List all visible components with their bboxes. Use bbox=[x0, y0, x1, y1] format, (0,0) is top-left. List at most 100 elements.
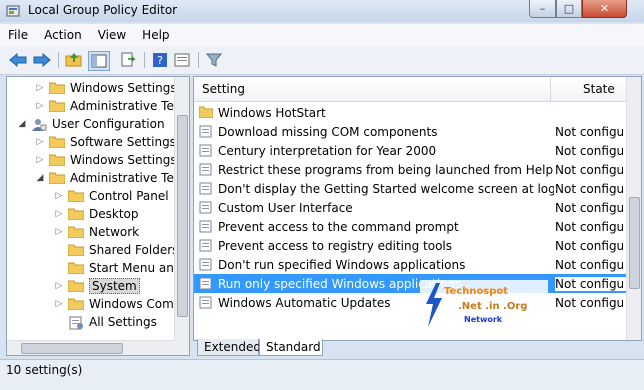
folder-icon bbox=[48, 136, 66, 149]
policy-setting-icon bbox=[199, 201, 213, 214]
toolbar-separator bbox=[58, 52, 59, 68]
up-folder-icon[interactable] bbox=[64, 51, 84, 69]
policy-name: Don't display the Getting Started welcom… bbox=[218, 181, 554, 196]
console-tree[interactable]: ▷ Windows Settings ▷ Administrative Tem … bbox=[6, 76, 190, 356]
expand-arrow-icon[interactable]: ▷ bbox=[54, 209, 64, 219]
tree-item-windows-settings[interactable]: ▷ Windows Settings bbox=[35, 151, 177, 169]
policy-state: Not configu bbox=[555, 162, 625, 177]
tree-item-administrative-templates[interactable]: ◢ Administrative Tem bbox=[35, 169, 186, 187]
menu-help[interactable]: Help bbox=[134, 25, 177, 45]
tree-item-control-panel[interactable]: ▷ Control Panel bbox=[54, 187, 169, 205]
close-button[interactable]: ✕ bbox=[582, 0, 627, 18]
minimize-button[interactable]: – bbox=[529, 0, 556, 18]
policy-name: Don't run specified Windows applications bbox=[218, 257, 466, 272]
tree-item-software-settings[interactable]: ▷ Software Settings bbox=[35, 133, 176, 151]
help-icon[interactable]: ? bbox=[150, 51, 170, 69]
tree-item-user-configuration[interactable]: ◢ User Configuration bbox=[17, 115, 165, 133]
menu-file[interactable]: File bbox=[0, 25, 36, 45]
tree-item-windows-settings[interactable]: ▷ Windows Settings bbox=[35, 79, 177, 97]
policy-name: Century interpretation for Year 2000 bbox=[218, 143, 437, 158]
tab-extended[interactable]: Extended bbox=[197, 339, 261, 356]
tree-item-network[interactable]: ▷ Network bbox=[54, 223, 140, 241]
tree-item-label: Desktop bbox=[89, 207, 139, 221]
policy-setting-icon bbox=[199, 258, 213, 271]
folder-icon bbox=[67, 190, 85, 203]
policy-state: Not configu bbox=[555, 143, 625, 158]
folder-icon bbox=[198, 106, 214, 119]
tree-item-desktop[interactable]: ▷ Desktop bbox=[54, 205, 139, 223]
expand-arrow-icon[interactable]: ▷ bbox=[35, 83, 45, 93]
list-row-policy[interactable]: Prevent access to registry editing tools… bbox=[194, 236, 627, 255]
filter-icon[interactable] bbox=[204, 51, 224, 69]
tree-item-label: Administrative Tem bbox=[70, 99, 186, 113]
list-row-policy[interactable]: Century interpretation for Year 2000 Not… bbox=[194, 141, 627, 160]
tree-item-start-menu[interactable]: Start Menu and bbox=[54, 259, 181, 277]
tree-item-label: User Configuration bbox=[52, 117, 165, 131]
column-header-state[interactable]: State bbox=[583, 82, 615, 96]
column-divider[interactable] bbox=[550, 77, 551, 101]
show-hide-tree-icon[interactable] bbox=[88, 51, 110, 71]
policy-name: Custom User Interface bbox=[218, 200, 353, 215]
policy-state: Not configu bbox=[555, 238, 625, 253]
list-row-policy[interactable]: Don't run specified Windows applications… bbox=[194, 255, 627, 274]
settings-list[interactable]: Setting State Windows HotStart Download … bbox=[193, 76, 642, 341]
properties-icon[interactable] bbox=[172, 51, 192, 69]
tree-item-administrative-templates[interactable]: ▷ Administrative Tem bbox=[35, 97, 186, 115]
expand-arrow-icon[interactable]: ▷ bbox=[54, 227, 64, 237]
expand-arrow-icon[interactable]: ▷ bbox=[54, 299, 64, 309]
user-icon bbox=[31, 118, 47, 131]
tab-standard[interactable]: Standard bbox=[259, 339, 323, 356]
expand-arrow-icon[interactable]: ▷ bbox=[35, 101, 45, 111]
policy-state: Not configu bbox=[555, 295, 625, 310]
view-tabs: Extended Standard bbox=[193, 339, 640, 357]
tree-scroll-thumb[interactable] bbox=[177, 115, 188, 317]
toolbar-separator bbox=[144, 52, 145, 68]
tree-item-all-settings[interactable]: All Settings bbox=[54, 313, 157, 331]
folder-icon bbox=[48, 100, 66, 113]
collapse-arrow-icon[interactable]: ◢ bbox=[17, 119, 27, 129]
list-vertical-scrollbar[interactable] bbox=[626, 77, 641, 340]
title-bar[interactable]: Local Group Policy Editor – □ ✕ bbox=[0, 0, 644, 22]
tree-item-label: Shared Folders bbox=[89, 243, 179, 257]
list-row-policy[interactable]: Download missing COM components Not conf… bbox=[194, 122, 627, 141]
menu-view[interactable]: View bbox=[90, 25, 134, 45]
list-row-selected[interactable]: Run only specified Windows applications … bbox=[194, 274, 627, 293]
collapse-arrow-icon[interactable]: ◢ bbox=[35, 173, 45, 183]
tree-horizontal-scrollbar[interactable] bbox=[7, 340, 175, 355]
maximize-button[interactable]: □ bbox=[556, 0, 582, 18]
no-arrow bbox=[54, 263, 64, 273]
watermark-line2: .Net .in .Org bbox=[458, 301, 528, 312]
list-row-policy[interactable]: Custom User Interface Not configu bbox=[194, 198, 627, 217]
list-row-policy[interactable]: Don't display the Getting Started welcom… bbox=[194, 179, 627, 198]
menu-action[interactable]: Action bbox=[36, 25, 90, 45]
list-scroll-thumb[interactable] bbox=[629, 197, 640, 289]
policy-state: Not configu bbox=[555, 181, 625, 196]
expand-arrow-icon[interactable]: ▷ bbox=[35, 155, 45, 165]
tree-item-label: Administrative Tem bbox=[70, 171, 186, 185]
policy-setting-icon bbox=[199, 144, 213, 157]
tree-item-shared-folders[interactable]: Shared Folders bbox=[54, 241, 178, 259]
folder-icon bbox=[67, 298, 85, 311]
forward-icon[interactable] bbox=[32, 51, 52, 69]
tree-hscroll-thumb[interactable] bbox=[21, 343, 123, 354]
expand-arrow-icon[interactable]: ▷ bbox=[54, 191, 64, 201]
lightning-icon bbox=[426, 283, 442, 327]
list-row-windows-hotstart[interactable]: Windows HotStart bbox=[194, 103, 627, 122]
list-row-policy[interactable]: Restrict these programs from being launc… bbox=[194, 160, 627, 179]
watermark-line3: Network bbox=[464, 315, 503, 324]
list-row-policy[interactable]: Windows Automatic Updates Not configu bbox=[194, 293, 627, 312]
policy-name: Windows HotStart bbox=[218, 105, 326, 120]
tree-item-windows-components[interactable]: ▷ Windows Comp bbox=[54, 295, 182, 313]
tree-item-system[interactable]: ▷ System bbox=[54, 277, 140, 295]
policy-state: Not configu bbox=[555, 257, 625, 272]
back-icon[interactable] bbox=[8, 51, 28, 69]
tree-vertical-scrollbar[interactable] bbox=[174, 77, 189, 355]
tree-item-label: Software Settings bbox=[70, 135, 176, 149]
column-header-setting[interactable]: Setting bbox=[202, 82, 245, 96]
expand-arrow-icon[interactable]: ▷ bbox=[54, 281, 64, 291]
export-list-icon[interactable] bbox=[118, 51, 138, 69]
expand-arrow-icon[interactable]: ▷ bbox=[35, 137, 45, 147]
all-settings-icon bbox=[68, 316, 84, 330]
list-row-policy[interactable]: Prevent access to the command prompt Not… bbox=[194, 217, 627, 236]
svg-text:?: ? bbox=[157, 54, 163, 67]
